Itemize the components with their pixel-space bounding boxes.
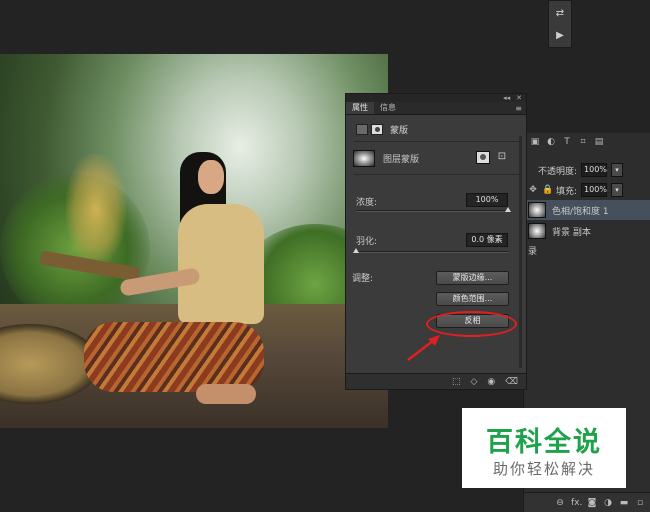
- panel-tabs: 属性 信息 ≡: [346, 102, 526, 115]
- woman-skirt: [84, 322, 264, 392]
- layer-thumbnail: [528, 202, 546, 218]
- folder-icon[interactable]: ▬: [619, 498, 629, 508]
- watermark-logo: 百科全说 助你轻松解决: [462, 408, 626, 488]
- mask-edge-button[interactable]: 蒙版边缘...: [436, 271, 509, 285]
- properties-footer: ⬚ ◇ ◉ ⌫: [346, 373, 526, 389]
- layer-name: 背景 副本: [552, 227, 591, 238]
- layers-bottom-bar: ⊖ fx. ◙ ◑ ▬ ▫: [524, 492, 650, 512]
- type-filter-icon[interactable]: T: [562, 137, 572, 147]
- close-icon[interactable]: ✕: [516, 94, 522, 102]
- collapse-icon[interactable]: ◂◂: [503, 94, 510, 102]
- swap-icon[interactable]: ⇄: [549, 5, 571, 23]
- pixel-mask-icon[interactable]: [371, 123, 383, 135]
- add-pixel-mask-button[interactable]: [476, 151, 490, 164]
- lock-icon[interactable]: 🔒: [542, 185, 553, 195]
- layer-filter-icons: ▣ ◐ T ⌗ ▤: [524, 137, 650, 157]
- panel-menu-icon[interactable]: ≡: [515, 104, 522, 113]
- selection-icon[interactable]: ⬚: [452, 377, 461, 387]
- link-icon[interactable]: ⊖: [555, 498, 565, 508]
- feather-slider[interactable]: [356, 251, 508, 253]
- layer-row[interactable]: 背景 副本: [524, 221, 650, 241]
- color-range-button[interactable]: 颜色范围...: [436, 292, 509, 306]
- divider: [354, 141, 520, 142]
- new-layer-icon[interactable]: ▫: [635, 498, 645, 508]
- panel-scrollbar[interactable]: [519, 136, 522, 368]
- fill-input[interactable]: 100%: [581, 183, 608, 197]
- mask-icon[interactable]: ◙: [587, 498, 597, 508]
- shape-filter-icon[interactable]: ⌗: [578, 137, 588, 147]
- layer-mask-icon[interactable]: [356, 123, 368, 135]
- opacity-label: 不透明度:: [538, 166, 578, 177]
- apply-mask-icon[interactable]: ◇: [470, 377, 477, 387]
- mask-thumbnail[interactable]: [353, 149, 375, 167]
- fx-icon[interactable]: fx.: [571, 498, 582, 508]
- woman-face: [198, 160, 224, 194]
- fill-dropdown-icon[interactable]: ▾: [611, 183, 624, 197]
- layer-mask-row: 图层蒙版 ⊡: [346, 146, 528, 170]
- layer-name: 色相/饱和度 1: [552, 206, 609, 217]
- watermark-title: 百科全说: [486, 427, 602, 458]
- fill-row: ✥ 🔒 填充: 100% ▾: [524, 180, 650, 200]
- density-slider[interactable]: [356, 210, 508, 212]
- feather-slider-thumb[interactable]: [353, 248, 359, 253]
- watermark-subtitle: 助你轻松解决: [492, 460, 595, 478]
- density-input[interactable]: 100%: [466, 193, 508, 207]
- opacity-input[interactable]: 100%: [581, 163, 608, 177]
- density-slider-thumb[interactable]: [505, 207, 511, 212]
- layer-row[interactable]: 色相/饱和度 1: [524, 200, 650, 220]
- tab-properties[interactable]: 属性: [346, 102, 374, 114]
- mask-header: 蒙版: [346, 121, 528, 137]
- layer-mask-label: 图层蒙版: [383, 154, 420, 165]
- adjustment-filter-icon[interactable]: ◐: [546, 137, 556, 147]
- density-label: 浓度:: [356, 198, 378, 208]
- adjustment-icon[interactable]: ◑: [603, 498, 613, 508]
- canvas-image[interactable]: [0, 54, 388, 428]
- delete-icon[interactable]: ⌫: [505, 377, 518, 387]
- mini-tool-strip: ⇄ ▶: [548, 0, 572, 48]
- divider: [354, 174, 520, 175]
- partial-label-row: 录: [524, 244, 650, 264]
- woman-blouse: [178, 204, 264, 324]
- lock-move-icon[interactable]: ✥: [528, 185, 538, 195]
- mask-title: 蒙版: [390, 125, 409, 136]
- image-filter-icon[interactable]: ▣: [530, 137, 540, 147]
- opacity-dropdown-icon[interactable]: ▾: [611, 163, 624, 177]
- fill-label: 填充:: [556, 186, 578, 197]
- woman-feet: [196, 384, 256, 404]
- layer-thumbnail: [528, 223, 546, 239]
- play-icon[interactable]: ▶: [549, 27, 571, 45]
- visibility-icon[interactable]: ◉: [487, 377, 495, 387]
- feather-input[interactable]: 0.0 像素: [466, 233, 508, 247]
- feather-label: 羽化:: [356, 237, 378, 247]
- tab-info[interactable]: 信息: [374, 102, 402, 114]
- partial-label: 录: [528, 247, 538, 257]
- panel-topbar: ◂◂ ✕: [346, 94, 526, 102]
- refine-label: 调整:: [352, 274, 374, 284]
- add-vector-mask-icon[interactable]: ⊡: [495, 150, 509, 164]
- flying-grain: [66, 154, 126, 264]
- smart-filter-icon[interactable]: ▤: [594, 137, 604, 147]
- opacity-row: 不透明度: 100% ▾: [524, 160, 650, 180]
- annotation-arrow: [407, 335, 440, 361]
